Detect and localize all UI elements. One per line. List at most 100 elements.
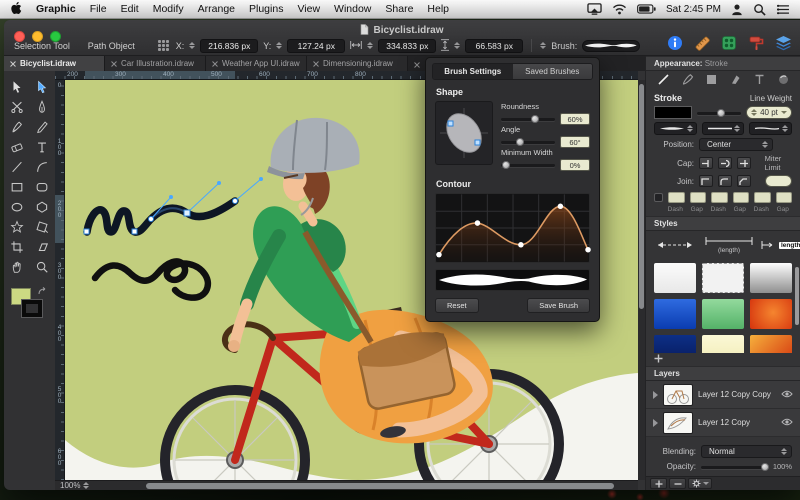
- gap-field-1[interactable]: [689, 192, 706, 203]
- y-field[interactable]: 127.24 px: [287, 38, 346, 53]
- stroke-color-well[interactable]: [654, 106, 692, 119]
- close-tab-icon[interactable]: [10, 60, 16, 67]
- apple-menu-icon[interactable]: [10, 1, 22, 18]
- spotlight-search-icon[interactable]: [753, 3, 766, 16]
- remove-layer-button[interactable]: [669, 478, 686, 489]
- line-weight-stepper[interactable]: [751, 109, 758, 116]
- menu-item-share[interactable]: Share: [385, 3, 413, 15]
- style-swatch-gray-gradient[interactable]: [750, 263, 792, 293]
- join-bevel-button[interactable]: [736, 175, 751, 187]
- pencil-tool-icon[interactable]: [32, 118, 52, 135]
- minimum-width-value[interactable]: 0%: [560, 159, 590, 171]
- dash-field-3[interactable]: [754, 192, 771, 203]
- zoom-tool-icon[interactable]: [32, 258, 52, 275]
- vscroll-thumb[interactable]: [639, 84, 644, 309]
- tab-dimensioning[interactable]: Dimensioning.idraw: [307, 56, 408, 71]
- user-icon[interactable]: [731, 3, 743, 16]
- notification-center-icon[interactable]: [776, 4, 790, 15]
- artboard-tool-icon[interactable]: [7, 238, 27, 255]
- save-brush-button[interactable]: Save Brush: [527, 298, 590, 313]
- length-label-style[interactable]: [760, 240, 774, 250]
- swatches-button[interactable]: [720, 34, 738, 52]
- dimension-line-style[interactable]: (length): [703, 236, 755, 254]
- x-field[interactable]: 216.836 px: [200, 38, 259, 53]
- width-field[interactable]: 334.833 px: [378, 38, 437, 53]
- menu-item-window[interactable]: Window: [334, 3, 371, 15]
- stroke-style-dropdown-2[interactable]: [701, 122, 745, 135]
- eraser-tool-icon[interactable]: [7, 138, 27, 155]
- shear-tool-icon[interactable]: [32, 238, 52, 255]
- brush-preview-well[interactable]: [582, 39, 640, 52]
- join-miter-button[interactable]: [699, 175, 713, 187]
- fill-mode-icon[interactable]: [705, 73, 718, 88]
- zoom-control[interactable]: 100%: [55, 481, 94, 490]
- position-dropdown[interactable]: Center: [699, 138, 773, 151]
- hscroll-track[interactable]: [94, 481, 638, 490]
- menu-item-file[interactable]: File: [90, 3, 107, 15]
- tab-brush-settings[interactable]: Brush Settings: [433, 64, 513, 79]
- close-tab-icon[interactable]: [313, 60, 319, 67]
- selection-tool-icon[interactable]: [7, 78, 27, 95]
- display-mirroring-icon[interactable]: [587, 2, 602, 16]
- style-swatch-dashed[interactable]: [702, 263, 744, 293]
- gap-field-3[interactable]: [775, 192, 792, 203]
- contour-curve-editor[interactable]: [435, 193, 591, 263]
- anchor-grid-icon[interactable]: [157, 40, 169, 51]
- blending-dropdown[interactable]: Normal: [701, 445, 792, 458]
- tab-car-illustration[interactable]: Car Illustration.idraw: [105, 56, 206, 71]
- style-swatch-navy[interactable]: [654, 335, 696, 353]
- brush-tool-icon[interactable]: [7, 118, 27, 135]
- stroke-style-dropdown-3[interactable]: [749, 122, 793, 135]
- layer-row-2[interactable]: Layer 12 Copy: [646, 409, 800, 437]
- stroke-mode-icon[interactable]: [657, 73, 670, 88]
- ruler-button[interactable]: [693, 34, 711, 52]
- height-field[interactable]: 66.583 px: [465, 38, 524, 53]
- line-tool-icon[interactable]: [7, 158, 27, 175]
- line-weight-slider[interactable]: [697, 108, 741, 117]
- close-tab-icon[interactable]: [212, 60, 218, 67]
- disclosure-triangle-icon[interactable]: [653, 418, 658, 427]
- style-swatch-white[interactable]: [654, 263, 696, 293]
- menu-clock[interactable]: Sat 2:45 PM: [666, 4, 721, 15]
- horizontal-scrollbar[interactable]: 100%: [55, 480, 638, 490]
- height-stepper[interactable]: [454, 42, 461, 49]
- ellipse-tool-icon[interactable]: [7, 198, 27, 215]
- paint-roller-button[interactable]: [747, 34, 765, 52]
- tab-saved-brushes[interactable]: Saved Brushes: [512, 64, 592, 79]
- polygon-tool-icon[interactable]: [32, 198, 52, 215]
- wifi-icon[interactable]: [612, 3, 627, 15]
- angle-slider[interactable]: [501, 138, 555, 146]
- cap-square-button[interactable]: [736, 157, 751, 169]
- style-swatch-sunset[interactable]: [750, 335, 792, 353]
- styles-scrollbar-thumb[interactable]: [795, 267, 799, 325]
- menu-item-edit[interactable]: Edit: [121, 3, 139, 15]
- disclosure-triangle-icon[interactable]: [653, 390, 658, 399]
- text-mode-icon[interactable]: [753, 73, 766, 88]
- layer-row-1[interactable]: Layer 12 Copy Copy: [646, 381, 800, 409]
- minimum-width-slider[interactable]: [501, 161, 555, 169]
- menu-item-arrange[interactable]: Arrange: [198, 3, 235, 15]
- dash-field-2[interactable]: [711, 192, 728, 203]
- pen-tool-icon[interactable]: [32, 98, 52, 115]
- add-layer-button[interactable]: [650, 478, 667, 489]
- layers-button[interactable]: [774, 34, 792, 52]
- menu-item-modify[interactable]: Modify: [153, 3, 184, 15]
- x-stepper[interactable]: [189, 42, 196, 49]
- battery-icon[interactable]: [637, 4, 656, 14]
- cap-butt-button[interactable]: [699, 157, 713, 169]
- rectangle-tool-icon[interactable]: [7, 178, 27, 195]
- text-tool-icon[interactable]: [32, 138, 52, 155]
- rounded-rectangle-tool-icon[interactable]: [32, 178, 52, 195]
- line-weight-field[interactable]: 40 pt: [746, 106, 792, 119]
- join-round-button[interactable]: [717, 175, 732, 187]
- arc-tool-icon[interactable]: [32, 158, 52, 175]
- shape-edit-tool-icon[interactable]: [32, 218, 52, 235]
- close-tab-icon[interactable]: [414, 55, 420, 73]
- chisel-mode-icon[interactable]: [729, 73, 742, 88]
- angle-value[interactable]: 60°: [560, 136, 590, 148]
- opacity-slider[interactable]: [701, 462, 770, 471]
- gap-field-2[interactable]: [732, 192, 749, 203]
- roundness-slider[interactable]: [501, 115, 555, 123]
- close-tab-icon[interactable]: [111, 60, 117, 67]
- direct-selection-tool-icon[interactable]: [32, 78, 52, 95]
